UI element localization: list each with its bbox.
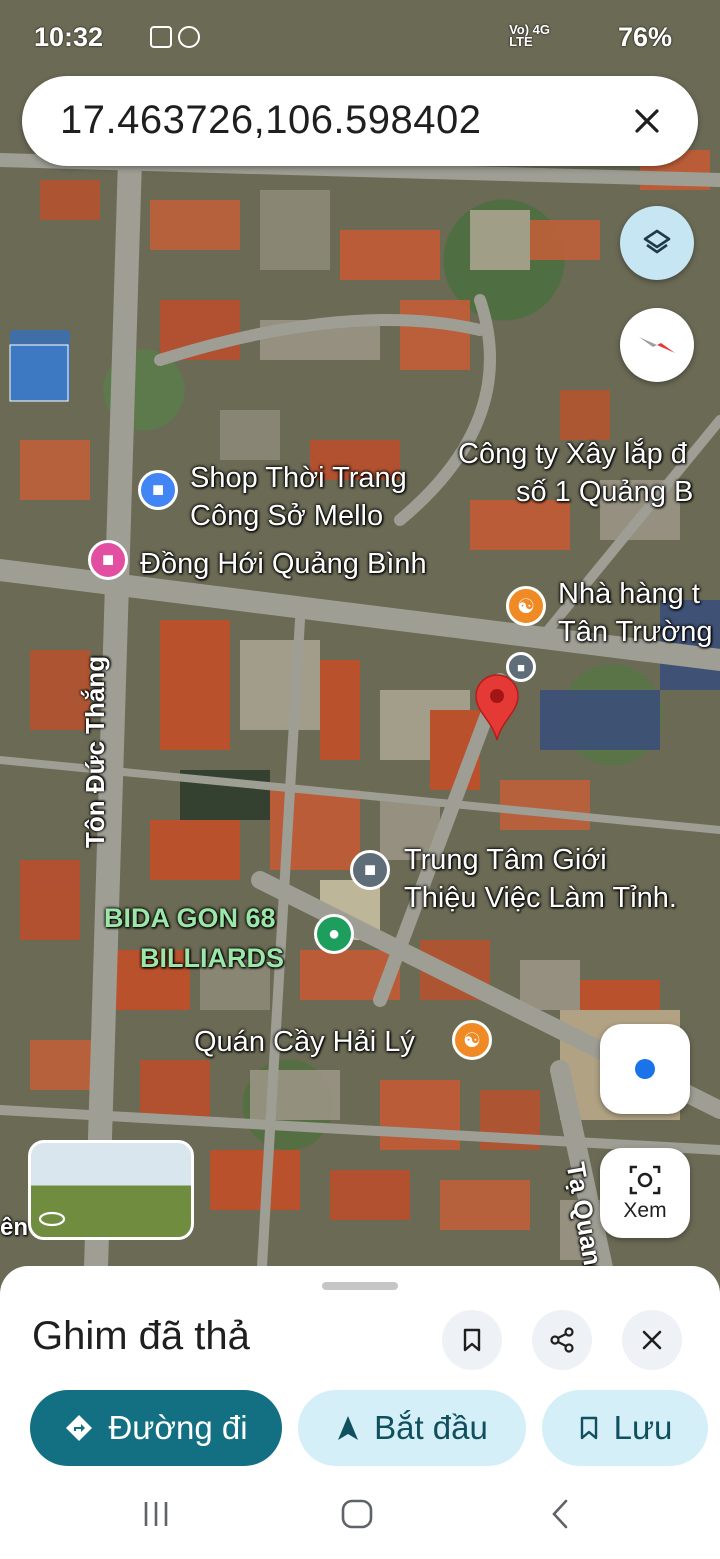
clear-search-button[interactable]: [622, 96, 672, 146]
battery-level: 76%: [617, 22, 672, 52]
billiards-pin-icon[interactable]: ●: [314, 914, 354, 954]
government-building-icon[interactable]: ■: [350, 850, 390, 890]
lens-camera-icon: [629, 1165, 661, 1195]
navigation-arrow-icon: [338, 1416, 359, 1440]
search-bar[interactable]: 17.463726,106.598402: [22, 76, 698, 166]
bookmark-icon: [580, 1416, 597, 1440]
poi-billiards-line2[interactable]: BILLIARDS: [140, 940, 284, 976]
poi-restaurant-line2[interactable]: Tân Trường: [558, 614, 713, 650]
compass-button[interactable]: [620, 308, 694, 382]
directions-button[interactable]: Đường đi: [30, 1390, 282, 1466]
poi-eatery-label[interactable]: Quán Cầy Hải Lý: [194, 1024, 415, 1060]
poi-job-center-line2[interactable]: Thiệu Việc Làm Tỉnh.: [404, 880, 677, 916]
status-bar: 10:32 Vo) 4G LTE 76%: [0, 0, 720, 72]
poi-company-line1[interactable]: Công ty Xây lắp đ: [458, 436, 687, 472]
save-label: Lưu: [613, 1409, 673, 1446]
restaurant-fork-knife-icon[interactable]: ☯: [506, 586, 546, 626]
poi-shop-line1[interactable]: Shop Thời Trang: [190, 460, 407, 496]
my-location-button[interactable]: [600, 1024, 690, 1114]
shopping-bag-icon[interactable]: ■: [138, 470, 178, 510]
lens-label: Xem: [623, 1199, 667, 1222]
360-rotate-icon: [38, 1211, 66, 1227]
my-location-icon: [635, 1059, 655, 1079]
poi-job-center-line1[interactable]: Trung Tâm Giới: [404, 842, 607, 878]
recent-apps-icon[interactable]: [140, 1498, 172, 1530]
back-icon[interactable]: [548, 1498, 572, 1530]
share-icon: [550, 1327, 574, 1353]
layers-button[interactable]: [620, 206, 694, 280]
place-title: Ghim đã thả: [32, 1314, 250, 1358]
poi-hotel-label[interactable]: Đồng Hới Quảng Bình: [140, 546, 427, 582]
hotel-bed-icon[interactable]: ■: [88, 540, 128, 580]
home-icon[interactable]: [340, 1498, 374, 1530]
road-label-edge: ên: [0, 1214, 29, 1241]
directions-label: Đường đi: [108, 1409, 248, 1446]
compass-icon: [639, 337, 675, 353]
layers-icon: [643, 229, 671, 254]
gallery-icon: [150, 26, 172, 48]
dropped-pin-icon[interactable]: [472, 672, 522, 742]
start-navigation-button[interactable]: Bắt đầu: [298, 1390, 526, 1466]
poi-billiards-line1[interactable]: BIDA GON 68: [104, 900, 276, 936]
network-indicator: Vo) 4G LTE: [509, 22, 550, 49]
road-label-ton-duc-thang: Tôn Đức Thắng: [80, 655, 110, 848]
close-icon: [642, 1330, 662, 1350]
save-button[interactable]: Lưu: [542, 1390, 708, 1466]
map-view[interactable]: 10:32 Vo) 4G LTE 76% 17.463726,106.59840…: [0, 0, 720, 1300]
poi-shop-line2[interactable]: Công Sở Mello: [190, 498, 383, 534]
facebook-icon: [178, 26, 200, 48]
bookmark-button[interactable]: [442, 1310, 502, 1370]
street-view-thumbnail[interactable]: [28, 1140, 194, 1240]
lens-view-button[interactable]: Xem: [600, 1148, 690, 1238]
bookmark-icon: [463, 1328, 481, 1352]
status-time: 10:32: [34, 22, 104, 52]
close-sheet-button[interactable]: [622, 1310, 682, 1370]
poi-company-line2[interactable]: số 1 Quảng B: [516, 474, 693, 510]
close-icon: [635, 109, 659, 133]
system-navigation-bar: [0, 1470, 720, 1559]
restaurant-fork-knife-icon[interactable]: ☯: [452, 1020, 492, 1060]
start-label: Bắt đầu: [374, 1409, 488, 1446]
directions-icon: [66, 1415, 93, 1441]
poi-restaurant-line1[interactable]: Nhà hàng t: [558, 576, 700, 612]
sheet-drag-handle[interactable]: [322, 1282, 398, 1290]
search-query[interactable]: 17.463726,106.598402: [60, 98, 482, 143]
share-button[interactable]: [532, 1310, 592, 1370]
